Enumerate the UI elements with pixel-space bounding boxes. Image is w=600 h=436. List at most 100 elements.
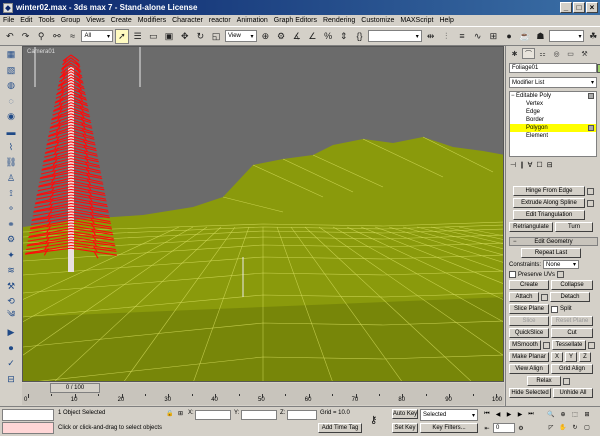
split-checkbox[interactable] — [551, 305, 558, 313]
menu-tools[interactable]: Tools — [38, 17, 54, 24]
time-slider[interactable]: 0 / 100 — [50, 383, 100, 393]
modify-tab-icon[interactable]: ⌒ — [522, 48, 535, 59]
repeat-last-button[interactable]: Repeat Last — [521, 248, 581, 258]
zoom-icon[interactable]: 🔍 — [546, 410, 556, 419]
current-frame-field[interactable]: 0 — [493, 423, 515, 433]
material-editor-icon[interactable]: ● — [502, 29, 516, 44]
stack-item-editable-poly[interactable]: Editable Poly — [510, 92, 596, 100]
collapse-button[interactable]: Collapse — [551, 280, 593, 290]
time-configuration-icon[interactable]: ⚙ — [516, 424, 526, 433]
arc-rotate-icon[interactable]: ↻ — [570, 423, 580, 432]
rope-collection-icon[interactable]: ◌ — [3, 94, 19, 107]
retriangulate-button[interactable]: Retriangulate — [509, 222, 553, 232]
goto-start-icon[interactable]: ⏮ — [482, 410, 492, 419]
previous-frame-icon[interactable]: ◀ — [493, 410, 503, 419]
hinge-icon[interactable]: ⟟ — [3, 187, 19, 200]
menu-help[interactable]: Help — [439, 17, 453, 24]
analyze-world-icon[interactable]: ✓ — [3, 357, 19, 370]
cut-button[interactable]: Cut — [551, 328, 593, 338]
angle-snap-icon[interactable]: ∠ — [306, 29, 320, 44]
next-frame-icon[interactable]: ▶ — [515, 410, 525, 419]
preserve-uvs-settings-icon[interactable] — [557, 271, 565, 278]
menu-character[interactable]: Character — [172, 17, 203, 24]
maximize-viewport-icon[interactable]: ▢ — [582, 423, 592, 432]
show-end-result-icon[interactable]: ∥ — [520, 161, 524, 169]
undo-icon[interactable]: ↶ — [3, 29, 17, 44]
rigid-body-collection-icon[interactable]: ▦ — [3, 48, 19, 61]
slice-plane-button[interactable]: Slice Plane — [509, 304, 549, 314]
layer-manager-icon[interactable]: ≡ — [455, 29, 469, 44]
make-planar-button[interactable]: Make Planar — [509, 352, 549, 362]
create-animation-icon[interactable]: ⏺ — [3, 342, 19, 355]
set-key-button[interactable]: Set Key — [392, 423, 418, 433]
zoom-all-icon[interactable]: ⊕ — [558, 410, 568, 419]
curve-editor-icon[interactable]: ∿ — [471, 29, 485, 44]
close-button[interactable]: × — [586, 2, 598, 13]
quick-render-icon[interactable]: ☗ — [534, 29, 548, 44]
redo-icon[interactable]: ↷ — [19, 29, 33, 44]
field-of-view-icon[interactable]: ◸ — [546, 423, 556, 432]
menu-modifiers[interactable]: Modifiers — [138, 17, 166, 24]
rag-doll-icon[interactable]: ♙ — [3, 171, 19, 184]
rectangular-selection-icon[interactable]: ▭ — [147, 29, 161, 44]
key-mode-toggle-icon[interactable]: ⇤ — [482, 424, 492, 433]
property-editor-icon[interactable]: ⊟ — [3, 372, 19, 385]
attach-list-icon[interactable] — [541, 293, 548, 301]
pivot-center-icon[interactable]: ⊕ — [259, 29, 273, 44]
wind-icon[interactable]: ༄ — [3, 309, 19, 324]
track-bar[interactable]: 0 10 20 30 40 50 60 70 80 90 100 — [22, 394, 504, 405]
lightbulb-icon[interactable] — [588, 93, 594, 99]
bind-space-warp-icon[interactable]: ≈ — [66, 29, 80, 44]
unlink-icon[interactable]: ⚯ — [50, 29, 64, 44]
key-set-dropdown[interactable]: Selected ▾ — [420, 409, 478, 421]
modifier-list-dropdown[interactable]: Modifier List ▾ — [509, 77, 597, 88]
move-icon[interactable]: ✥ — [178, 29, 192, 44]
menu-edit[interactable]: Edit — [20, 17, 32, 24]
stack-item-vertex[interactable]: Vertex — [510, 100, 596, 108]
window-crossing-icon[interactable]: ▣ — [162, 29, 176, 44]
select-link-icon[interactable]: ⚲ — [34, 29, 48, 44]
z-coordinate-field[interactable] — [287, 410, 317, 420]
render-type-dropdown[interactable]: ▾ — [549, 30, 585, 42]
detach-button[interactable]: Detach — [550, 292, 590, 302]
modifier-stack[interactable]: Editable Poly Vertex Edge Border Polygon… — [509, 91, 597, 157]
msmooth-settings-icon[interactable] — [543, 341, 550, 349]
water-icon[interactable]: ≋ — [3, 264, 19, 277]
stack-item-polygon[interactable]: Polygon — [510, 124, 596, 132]
extrude-along-spline-button[interactable]: Extrude Along Spline — [513, 198, 585, 208]
hinge-from-edge-button[interactable]: Hinge From Edge — [513, 186, 585, 196]
goto-end-icon[interactable]: ⏭ — [526, 410, 536, 419]
stack-item-border[interactable]: Border — [510, 116, 596, 124]
menu-maxscript[interactable]: MAXScript — [400, 17, 433, 24]
plane-icon[interactable]: ▬ — [3, 125, 19, 138]
menu-rendering[interactable]: Rendering — [323, 17, 355, 24]
view-align-button[interactable]: View Align — [509, 364, 549, 374]
fracture-icon[interactable]: ✦ — [3, 248, 19, 261]
schematic-view-icon[interactable]: ⊞ — [487, 29, 501, 44]
hide-selected-button[interactable]: Hide Selected — [509, 388, 551, 398]
motion-tab-icon[interactable]: ◎ — [550, 48, 563, 59]
named-selection-sets-icon[interactable]: {} — [353, 29, 367, 44]
relax-button[interactable]: Relax — [527, 376, 561, 386]
zoom-extents-icon[interactable]: ⬚ — [570, 410, 580, 419]
scale-icon[interactable]: ◱ — [209, 29, 223, 44]
mirror-icon[interactable]: ⇹ — [424, 29, 438, 44]
y-coordinate-field[interactable] — [241, 410, 277, 420]
hinge-settings-icon[interactable] — [587, 187, 594, 195]
turn-button[interactable]: Turn — [555, 222, 593, 232]
auto-key-button[interactable]: Auto Key — [392, 409, 418, 419]
quickslice-button[interactable]: QuickSlice — [509, 328, 549, 338]
preserve-uvs-checkbox[interactable] — [509, 271, 516, 278]
tessellate-settings-icon[interactable] — [588, 341, 595, 349]
attach-button[interactable]: Attach — [509, 292, 539, 302]
object-name-field[interactable]: Foliage01 — [509, 63, 600, 73]
menu-reactor[interactable]: reactor — [209, 17, 231, 24]
utilities-tab-icon[interactable]: ⚒ — [578, 48, 591, 59]
edit-geometry-rollout-header[interactable]: Edit Geometry — [509, 237, 598, 246]
pin-stack-icon[interactable]: ⊣ — [510, 161, 516, 169]
hierarchy-tab-icon[interactable]: ⚏ — [536, 48, 549, 59]
minimize-button[interactable]: _ — [560, 2, 572, 13]
reference-coord-dropdown[interactable]: View ▾ — [224, 30, 257, 42]
tessellate-button[interactable]: Tessellate — [552, 340, 586, 350]
configure-modifier-sets-icon[interactable]: ⊟ — [547, 161, 553, 169]
